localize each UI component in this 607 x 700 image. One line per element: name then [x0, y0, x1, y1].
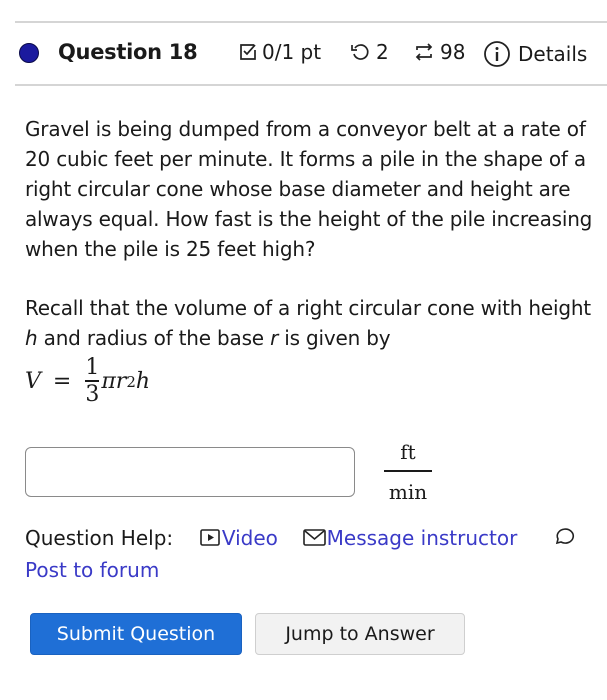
- formula-fraction: 1 3: [85, 355, 100, 408]
- info-icon: [483, 40, 511, 68]
- repeat-icon: [413, 41, 435, 63]
- details-button[interactable]: Details: [483, 40, 587, 68]
- formula-equals: =: [52, 369, 72, 395]
- formula-r: r: [115, 369, 127, 395]
- retries-count: 2: [376, 40, 389, 64]
- checkbox-score-icon: [238, 42, 258, 62]
- message-instructor-label: Message instructor: [326, 526, 518, 550]
- recall-prefix: Recall that the volume of a right circul…: [25, 296, 591, 320]
- retry-icon: [350, 42, 370, 62]
- fraction-numerator: 1: [85, 355, 100, 380]
- problem-statement: Gravel is being dumped from a conveyor b…: [25, 117, 593, 261]
- header-divider: [15, 84, 607, 86]
- video-icon: [200, 525, 222, 555]
- attempts-indicator: 98: [413, 40, 465, 64]
- details-label: Details: [518, 42, 588, 66]
- answer-input[interactable]: [25, 447, 355, 497]
- score-indicator: 0/1 pt: [238, 40, 321, 64]
- question-status-dot: [19, 43, 39, 63]
- unit-denominator: min: [388, 480, 428, 504]
- recall-text: Recall that the volume of a right circul…: [25, 293, 600, 353]
- recall-mid: and radius of the base: [37, 326, 271, 350]
- formula-h: h: [135, 369, 151, 395]
- question-help: Question Help: Video Message instructor …: [25, 523, 600, 585]
- jump-to-answer-button[interactable]: Jump to Answer: [255, 613, 465, 655]
- retries-indicator: 2: [350, 40, 389, 64]
- chat-bubble-icon: [552, 525, 576, 555]
- unit-fraction-bar: [384, 470, 432, 472]
- score-text: 0/1 pt: [262, 40, 322, 64]
- var-r: r: [270, 326, 279, 350]
- fraction-denominator: 3: [85, 381, 100, 407]
- recall-suffix: is given by: [278, 326, 391, 350]
- question-header: Question 18 0/1 pt 2 98 Details: [0, 34, 607, 74]
- answer-unit: ft min: [380, 440, 436, 504]
- top-divider: [15, 21, 607, 23]
- video-link[interactable]: Video: [200, 526, 284, 550]
- attempts-count: 98: [440, 40, 466, 64]
- unit-numerator: ft: [400, 440, 416, 464]
- video-label: Video: [221, 526, 278, 550]
- question-title: Question 18: [58, 40, 198, 64]
- post-to-forum-label: Post to forum: [25, 557, 160, 582]
- message-instructor-link[interactable]: Message instructor: [302, 526, 524, 550]
- help-label: Question Help:: [25, 526, 174, 550]
- cone-volume-formula: V = 1 3 πr2h: [25, 356, 150, 408]
- var-h: h: [25, 326, 38, 350]
- mail-icon: [302, 525, 327, 555]
- formula-exponent: 2: [126, 372, 136, 391]
- formula-pi: π: [101, 369, 116, 395]
- submit-question-button[interactable]: Submit Question: [30, 613, 242, 655]
- formula-lhs: V: [25, 369, 41, 395]
